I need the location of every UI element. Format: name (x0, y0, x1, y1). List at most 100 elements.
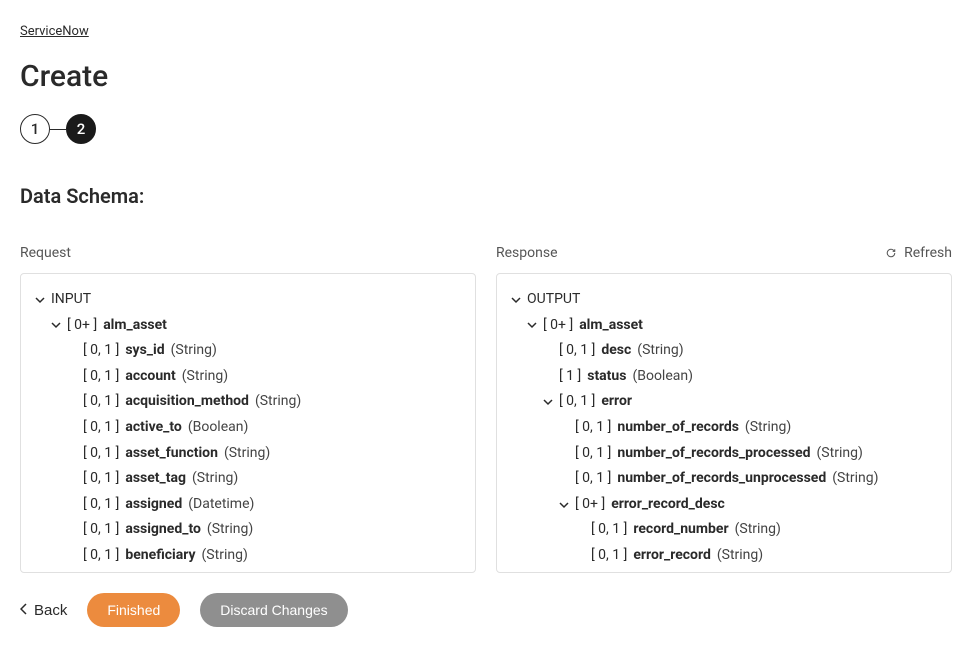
field-name: asset_function (125, 444, 218, 464)
tree-row[interactable]: [ 0+ ] error_record_desc (511, 495, 937, 515)
tree-row[interactable]: OUTPUT (511, 290, 937, 310)
chevron-down-icon[interactable] (35, 295, 45, 305)
field-type: (String) (207, 520, 253, 540)
tree-spacer (67, 423, 77, 433)
tree-row: [ 0, 1 ] asset_function (String) (35, 444, 461, 464)
field-name: error (601, 392, 632, 412)
field-name: alm_asset (103, 316, 167, 336)
field-type: (String) (192, 469, 238, 489)
field-name: error_record (633, 546, 711, 566)
cardinality: [ 0, 1 ] (591, 546, 627, 566)
field-type: (String) (637, 341, 683, 361)
tree-spacer (67, 551, 77, 561)
cardinality: [ 0+ ] (67, 316, 97, 336)
tree-root-label: INPUT (51, 290, 91, 310)
field-type: (String) (832, 469, 878, 489)
discard-button[interactable]: Discard Changes (200, 593, 347, 627)
cardinality: [ 0, 1 ] (559, 341, 595, 361)
tree-row: [ 0, 1 ] acquisition_method (String) (35, 392, 461, 412)
step-connector (50, 129, 66, 130)
tree-spacer (559, 474, 569, 484)
field-type: (Boolean) (632, 367, 693, 387)
output-panel: OUTPUT[ 0+ ] alm_asset[ 0, 1 ] desc (Str… (496, 273, 952, 573)
tree-row: [ 0, 1 ] beneficiary (String) (35, 546, 461, 566)
field-type: (String) (745, 418, 791, 438)
cardinality: [ 0, 1 ] (591, 520, 627, 540)
response-column: Response Refresh OUTPUT[ 0+ ] alm_asset[… (496, 243, 952, 573)
field-name: account (125, 367, 175, 387)
tree-spacer (67, 500, 77, 510)
back-button[interactable]: Back (20, 602, 67, 619)
refresh-label: Refresh (904, 245, 952, 261)
tree-row: [ 0, 1 ] assigned (Datetime) (35, 495, 461, 515)
tree-row: [ 0, 1 ] account (String) (35, 367, 461, 387)
field-type: (Boolean) (188, 418, 249, 438)
tree-spacer (543, 346, 553, 356)
chevron-down-icon[interactable] (527, 320, 537, 330)
cardinality: [ 0, 1 ] (575, 444, 611, 464)
chevron-left-icon (20, 602, 28, 619)
field-type: (Datetime) (188, 495, 254, 515)
cardinality: [ 0, 1 ] (83, 520, 119, 540)
refresh-button[interactable]: Refresh (886, 245, 952, 261)
step-2[interactable]: 2 (66, 114, 96, 144)
request-label: Request (20, 245, 71, 261)
field-type: (String) (735, 520, 781, 540)
tree-row[interactable]: [ 0, 1 ] error (511, 392, 937, 412)
tree-row: [ 0, 1 ] record_number (String) (511, 520, 937, 540)
field-type: (String) (202, 546, 248, 566)
field-name: active_to (125, 418, 181, 438)
cardinality: [ 0, 1 ] (83, 495, 119, 515)
tree-spacer (67, 525, 77, 535)
cardinality: [ 0+ ] (575, 495, 605, 515)
tree-row: [ 0, 1 ] asset_tag (String) (35, 469, 461, 489)
tree-spacer (67, 474, 77, 484)
tree-row[interactable]: [ 0+ ] alm_asset (511, 316, 937, 336)
cardinality: [ 1 ] (559, 367, 581, 387)
tree-spacer (67, 372, 77, 382)
tree-row: [ 0, 1 ] sys_id (String) (35, 341, 461, 361)
field-type: (String) (224, 444, 270, 464)
field-name: alm_asset (579, 316, 643, 336)
field-name: acquisition_method (125, 392, 249, 412)
stepper: 1 2 (20, 114, 952, 144)
tree-spacer (559, 423, 569, 433)
chevron-down-icon[interactable] (559, 500, 569, 510)
tree-row[interactable]: INPUT (35, 290, 461, 310)
tree-root-label: OUTPUT (527, 290, 580, 310)
cardinality: [ 0, 1 ] (83, 418, 119, 438)
cardinality: [ 0, 1 ] (83, 572, 119, 573)
tree-spacer (543, 372, 553, 382)
tree-row: [ 1 ] status (Boolean) (511, 367, 937, 387)
field-name: sys_id (125, 341, 164, 361)
field-name: status (587, 367, 626, 387)
field-name: record_number (633, 520, 728, 540)
breadcrumb[interactable]: ServiceNow (20, 24, 89, 39)
field-name: error_record_desc (611, 495, 725, 515)
tree-row: [ 0, 1 ] active_to (Boolean) (35, 418, 461, 438)
chevron-down-icon[interactable] (51, 320, 61, 330)
field-name: number_of_records (617, 418, 739, 438)
tree-row: [ 0, 1 ] number_of_records_processed (St… (511, 444, 937, 464)
tree-row: [ 0, 1 ] error_record (String) (511, 546, 937, 566)
page-title: Create (20, 59, 952, 94)
finished-button[interactable]: Finished (87, 593, 180, 627)
chevron-down-icon[interactable] (511, 295, 521, 305)
field-name: beneficiary (125, 546, 195, 566)
response-label: Response (496, 245, 558, 261)
tree-row: [ 0, 1 ] checked_in (Datetime) (35, 572, 461, 573)
step-1[interactable]: 1 (20, 114, 50, 144)
field-type: (String) (182, 367, 228, 387)
back-label: Back (34, 602, 67, 619)
field-type: (String) (255, 392, 301, 412)
tree-spacer (67, 397, 77, 407)
tree-row: [ 0, 1 ] number_of_records_unprocessed (… (511, 469, 937, 489)
cardinality: [ 0, 1 ] (559, 392, 595, 412)
tree-row: [ 0, 1 ] assigned_to (String) (35, 520, 461, 540)
field-name: assigned_to (125, 520, 201, 540)
chevron-down-icon[interactable] (543, 397, 553, 407)
tree-row[interactable]: [ 0+ ] alm_asset (35, 316, 461, 336)
field-name: asset_tag (125, 469, 186, 489)
cardinality: [ 0, 1 ] (83, 392, 119, 412)
cardinality: [ 0, 1 ] (83, 341, 119, 361)
